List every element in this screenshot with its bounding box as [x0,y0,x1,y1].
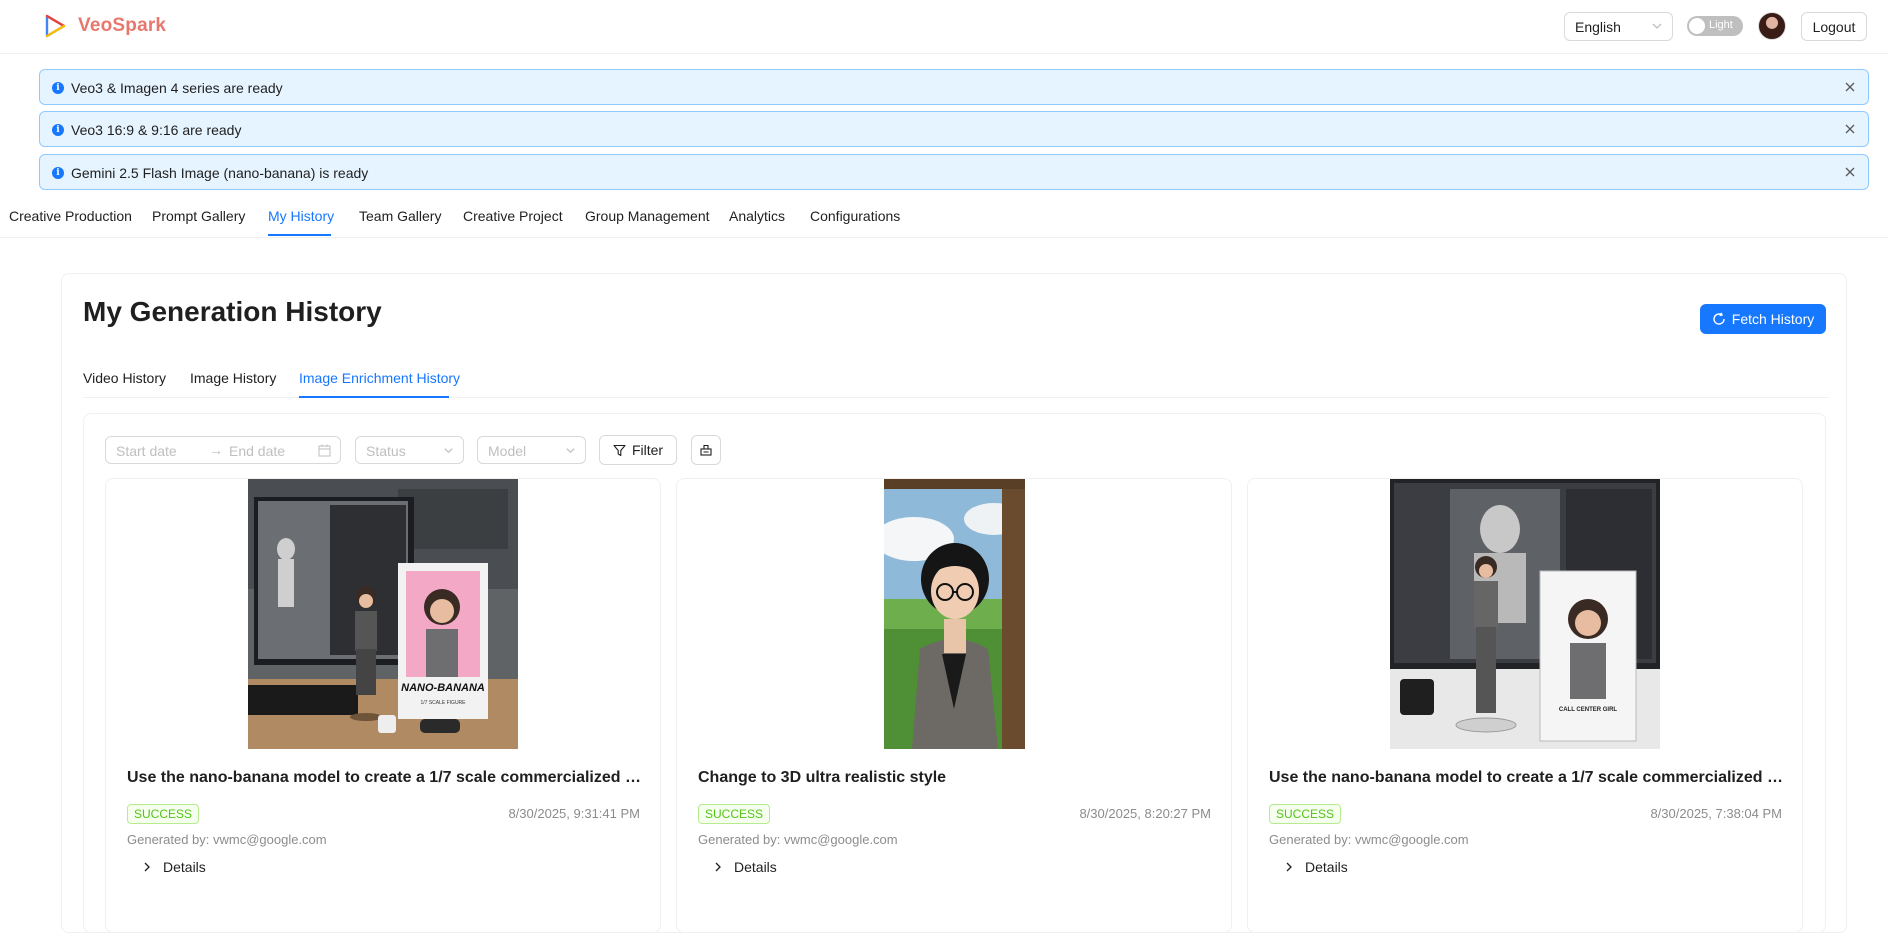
generated-by: Generated by: vwmc@google.com [698,832,898,847]
tab-image-enrichment-history[interactable]: Image Enrichment History [299,370,460,386]
result-thumbnail[interactable]: CALL CENTER GIRL [1390,479,1660,749]
details-toggle[interactable]: Details [142,859,206,875]
status-badge: SUCCESS [127,804,200,824]
portrait-image [884,479,1025,749]
model-select[interactable]: Model [477,436,586,464]
result-card[interactable]: NANO-BANANA 1/7 SCALE FIGURE Use the nan… [105,478,661,933]
status-placeholder: Status [366,443,406,459]
details-label: Details [1305,859,1348,875]
result-title: Use the nano-banana model to create a 1/… [1269,769,1783,786]
details-toggle[interactable]: Details [1284,859,1348,875]
filter-label: Filter [631,442,664,458]
close-icon[interactable] [1842,164,1858,180]
tab-image-history[interactable]: Image History [190,370,276,386]
result-title: Use the nano-banana model to create a 1/… [127,769,641,786]
status-badge: SUCCESS [698,804,771,824]
nav-item-creative-production[interactable]: Creative Production [9,208,132,224]
end-date-input[interactable]: End date [229,443,285,459]
result-title: Change to 3D ultra realistic style [698,769,947,786]
language-value: English [1575,19,1621,35]
generated-by: Generated by: vwmc@google.com [1269,832,1469,847]
nav-item-analytics[interactable]: Analytics [729,208,785,224]
nav-item-my-history[interactable]: My History [268,208,334,224]
start-date-input[interactable]: Start date [116,443,177,459]
calendar-icon [318,444,331,457]
model-placeholder: Model [488,443,527,459]
app-name: VeoSpark [78,15,167,36]
filter-button[interactable]: Filter [599,435,677,465]
status-badge: SUCCESS [1269,804,1342,824]
alert-message: Gemini 2.5 Flash Image (nano-banana) is … [71,165,369,181]
nav-item-team-gallery[interactable]: Team Gallery [359,208,441,224]
nav-item-prompt-gallery[interactable]: Prompt Gallery [152,208,245,224]
box-sublabel: 1/7 SCALE FIGURE [420,700,466,706]
generated-by: Generated by: vwmc@google.com [127,832,327,847]
info-icon: i [52,124,64,136]
alert-message: Veo3 16:9 & 9:16 are ready [71,122,242,138]
language-select[interactable]: English [1564,12,1673,41]
top-header: VeoSpark English Light Logout [0,0,1888,54]
status-select[interactable]: Status [355,436,464,464]
date-range-picker[interactable]: Start date → End date [105,436,341,464]
active-tab-indicator [299,396,449,398]
fetch-history-label: Fetch History [1731,311,1815,327]
clear-icon [700,444,712,456]
theme-toggle[interactable]: Light [1687,16,1743,36]
history-tabs: Video History Image History Image Enrich… [83,360,1829,398]
details-toggle[interactable]: Details [713,859,777,875]
close-icon[interactable] [1842,121,1858,137]
result-timestamp: 8/30/2025, 9:31:41 PM [508,806,640,821]
details-label: Details [734,859,777,875]
alert-banner: i Gemini 2.5 Flash Image (nano-banana) i… [39,154,1869,190]
reload-icon [1713,312,1725,325]
user-avatar[interactable] [1758,12,1786,40]
nav-item-configurations[interactable]: Configurations [810,208,900,224]
range-arrow-icon: → [209,442,223,458]
chevron-down-icon [1652,23,1662,29]
active-nav-indicator [268,234,331,236]
page-title: My Generation History [83,296,382,327]
nav-item-group-management[interactable]: Group Management [585,208,710,224]
alert-banner: i Veo3 & Imagen 4 series are ready [39,69,1869,105]
filter-icon [613,444,626,456]
result-card[interactable]: CALL CENTER GIRL Use the nano-banana mod… [1247,478,1803,933]
result-thumbnail[interactable] [884,479,1025,749]
result-timestamp: 8/30/2025, 8:20:27 PM [1079,806,1211,821]
box-label: NANO-BANANA [401,682,485,694]
tab-video-history[interactable]: Video History [83,370,166,386]
result-thumbnail[interactable]: NANO-BANANA 1/7 SCALE FIGURE [248,479,518,749]
alert-banner: i Veo3 16:9 & 9:16 are ready [39,111,1869,147]
theme-label: Light [1709,19,1733,31]
info-icon: i [52,82,64,94]
chevron-right-icon [144,862,150,872]
nav-item-creative-project[interactable]: Creative Project [463,208,563,224]
box-label: CALL CENTER GIRL [1559,707,1618,713]
fetch-history-button[interactable]: Fetch History [1700,304,1826,334]
result-card[interactable]: Change to 3D ultra realistic style SUCCE… [676,478,1232,933]
alert-message: Veo3 & Imagen 4 series are ready [71,80,283,96]
chevron-right-icon [715,862,721,872]
result-timestamp: 8/30/2025, 7:38:04 PM [1650,806,1782,821]
close-icon[interactable] [1842,79,1858,95]
play-logo-icon [45,14,66,38]
main-nav: Creative Production Prompt Gallery My Hi… [0,198,1888,238]
info-icon: i [52,167,64,179]
chevron-down-icon [444,448,453,454]
clear-filters-button[interactable] [691,435,721,465]
logout-button[interactable]: Logout [1801,12,1867,41]
toggle-knob [1689,18,1705,34]
details-label: Details [163,859,206,875]
figure-image: CALL CENTER GIRL [1390,479,1660,749]
chevron-right-icon [1286,862,1292,872]
chevron-down-icon [566,448,575,454]
figure-image: NANO-BANANA 1/7 SCALE FIGURE [248,479,518,749]
app-logo[interactable]: VeoSpark [44,14,166,38]
